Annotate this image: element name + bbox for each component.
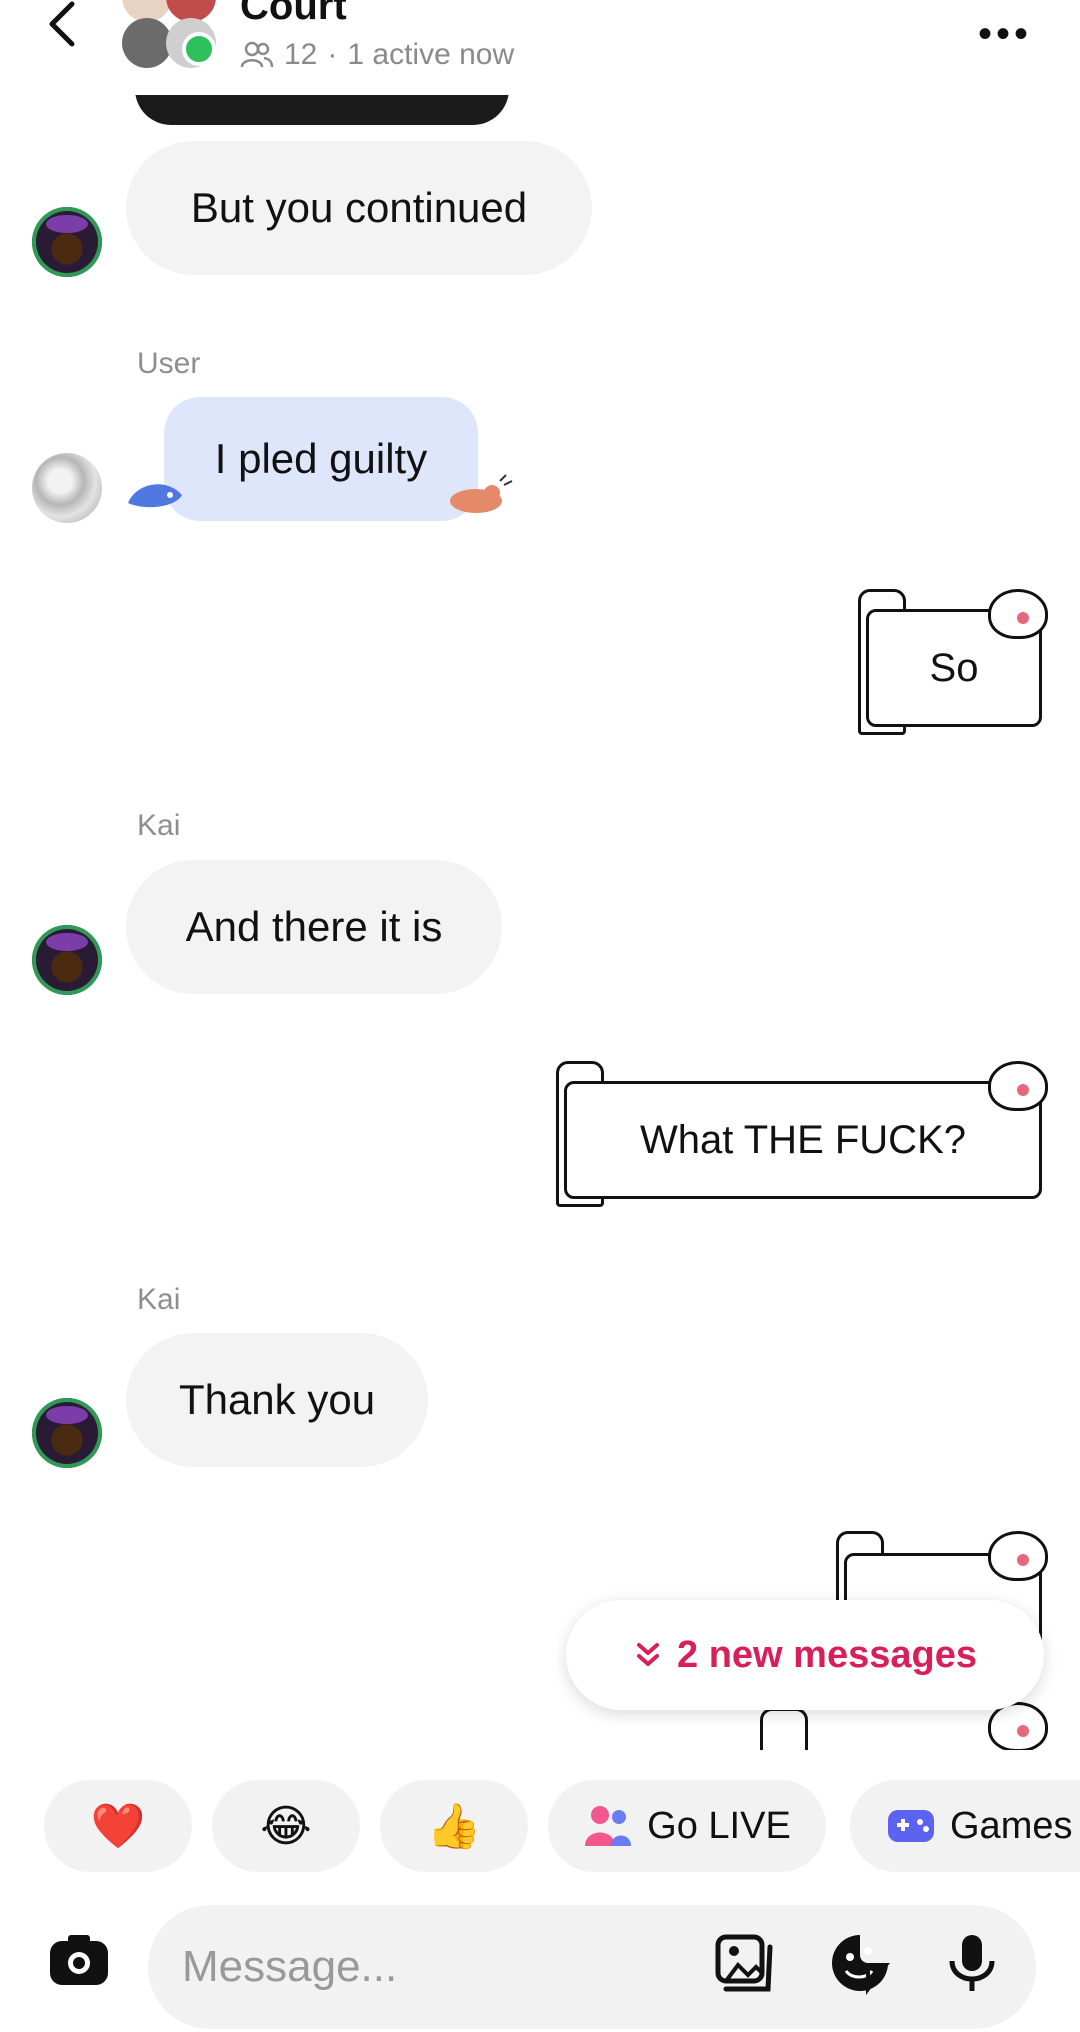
avatar[interactable] [32,925,102,995]
shark-sticker-icon [128,484,182,508]
go-live-label: Go LIVE [647,1804,791,1847]
active-status: 1 active now [347,38,515,71]
message-text: Thank you [178,1376,376,1423]
more-options-icon[interactable]: ••• [978,12,1032,57]
message-list: But you continued User I pled guilty So … [0,89,1080,1750]
sticker-icon[interactable] [828,1931,892,1995]
sender-name: Kai [137,809,181,842]
message-text: But you continued [190,184,528,231]
members-icon [240,41,274,68]
message-text: I pled guilty [214,435,428,482]
new-messages-label: 2 new messages [677,1633,977,1676]
laughing-emoji-icon: 😂 [260,1801,312,1851]
chat-title[interactable]: Court [240,0,347,29]
bear-icon [988,1531,1048,1581]
message-bubble[interactable]: Thank you [126,1333,428,1467]
new-messages-button[interactable]: 2 new messages [566,1600,1044,1710]
bear-icon [988,589,1048,639]
message-text: And there it is [185,903,443,950]
sticker-message[interactable]: What THE FUCK? [556,1061,1048,1211]
games-button[interactable]: Games [850,1780,1080,1872]
back-arrow-icon[interactable] [42,0,82,50]
sticker-message[interactable]: So [858,589,1048,739]
sticker-text: What THE FUCK? [640,1117,966,1162]
double-chevron-down-icon [637,1643,660,1666]
gallery-icon[interactable] [712,1931,776,1995]
quick-actions-bar: ❤️ 😂 👍 Go LIVE Games [0,1780,1080,1876]
group-avatar[interactable] [122,0,218,68]
go-live-icon [585,1806,632,1846]
message-bubble[interactable]: I pled guilty [164,397,478,521]
bird-sticker-icon [450,474,513,513]
thumbs-up-reaction-button[interactable]: 👍 [380,1780,528,1872]
subtitle-separator: · [327,38,338,71]
camera-icon[interactable] [48,1929,110,1991]
avatar[interactable] [32,453,102,523]
heart-reaction-button[interactable]: ❤️ [44,1780,192,1872]
gamepad-icon [888,1810,934,1842]
message-input[interactable]: Message... [148,1905,1036,2029]
message-composer: Message... [0,1905,1080,2032]
games-label: Games [950,1804,1073,1847]
sender-name: Kai [137,1283,181,1316]
chat-header: Court 12 · 1 active now ••• [0,0,1080,95]
microphone-icon[interactable] [940,1931,1004,1995]
sticker-text: So [929,645,979,690]
thumbs-up-icon: 👍 [426,1802,482,1851]
bear-icon [988,1061,1048,1111]
message-bubble[interactable]: And there it is [126,860,502,994]
sender-name: User [137,347,201,380]
heart-icon: ❤️ [90,1802,146,1851]
member-count: 12 [284,38,318,71]
go-live-button[interactable]: Go LIVE [548,1780,826,1872]
message-bubble[interactable]: But you continued [126,141,592,275]
chat-subtitle: 12 · 1 active now [240,38,514,72]
avatar[interactable] [32,207,102,277]
avatar[interactable] [32,1398,102,1468]
laugh-reaction-button[interactable]: 😂 [212,1780,360,1872]
online-indicator [182,32,216,66]
